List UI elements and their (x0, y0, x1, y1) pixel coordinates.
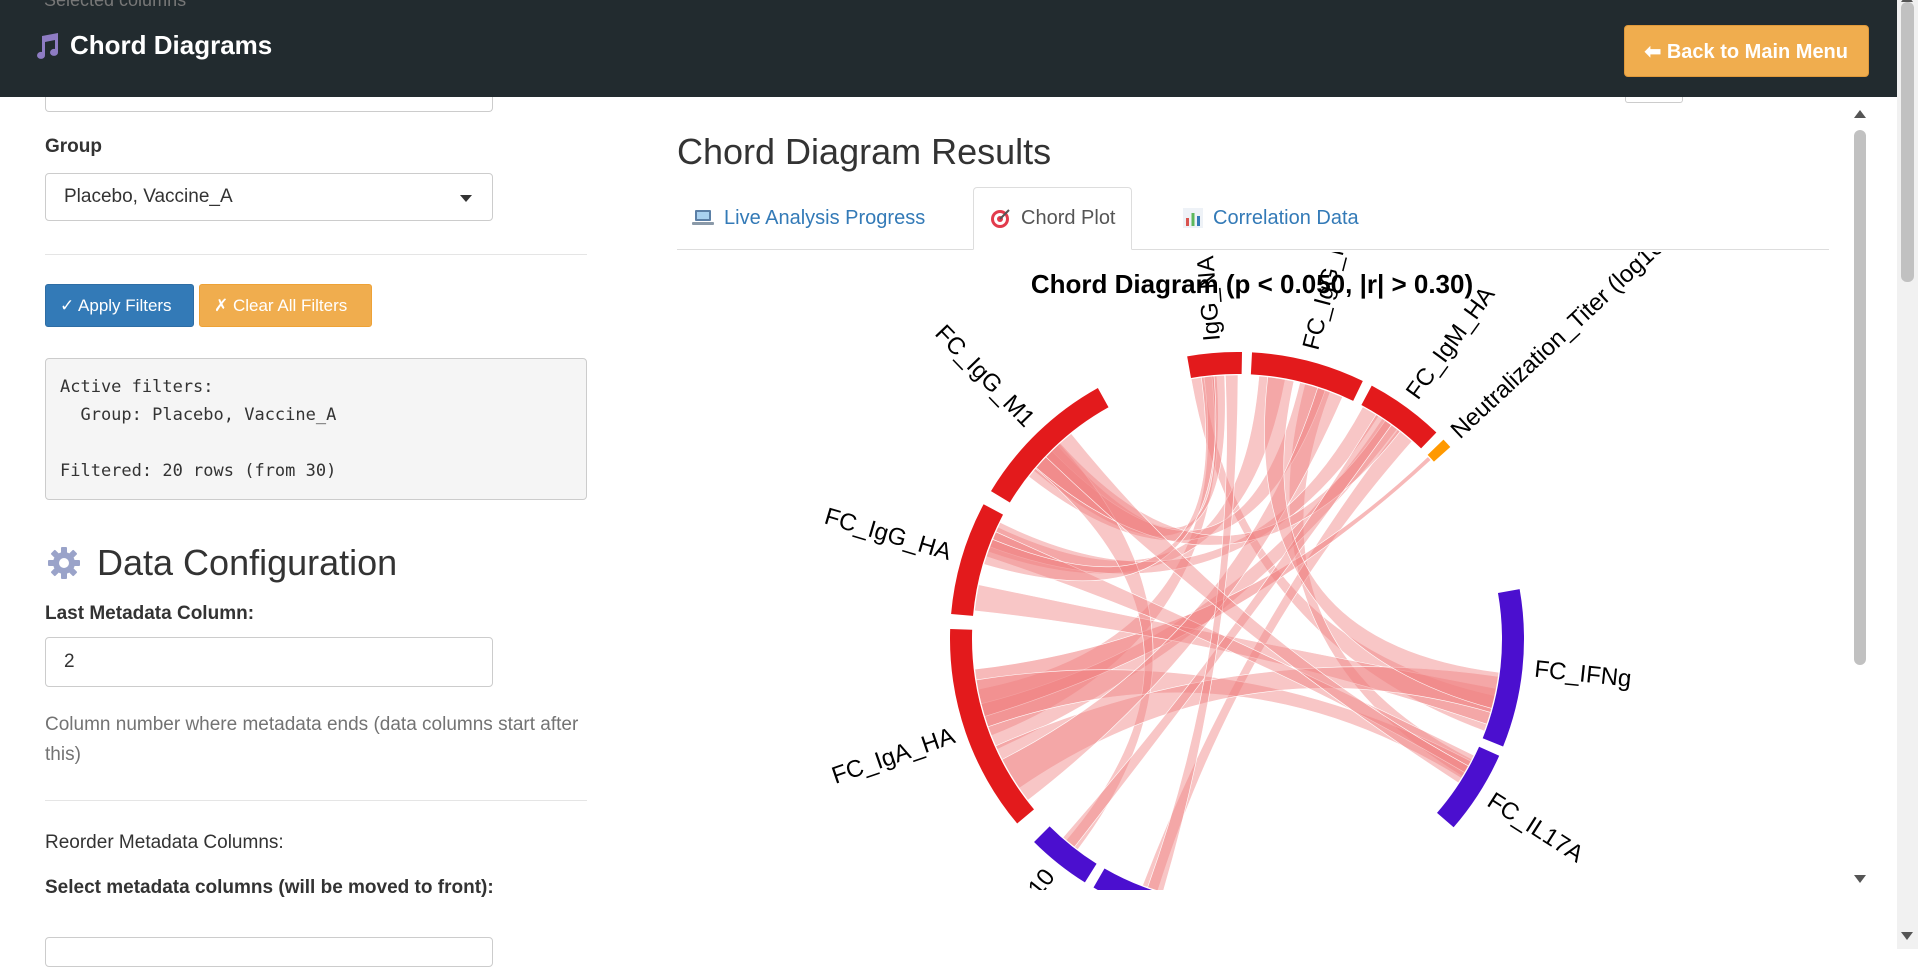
tab-label: Live Analysis Progress (724, 206, 926, 229)
page-scrollbar[interactable] (1897, 0, 1918, 949)
scroll-down-arrow-icon[interactable] (1901, 932, 1913, 940)
chord-plot-area: Chord Diagram (p < 0.050, |r| > 0.30) Ig… (677, 252, 1829, 890)
reorder-metadata-label: Reorder Metadata Columns: (45, 832, 284, 853)
group-select[interactable]: Placebo, Vaccine_A (45, 173, 493, 221)
group-select-value: Placebo, Vaccine_A (64, 186, 233, 207)
last-metadata-input[interactable]: 2 (45, 637, 493, 687)
sector-label: IgG_NA (1192, 255, 1226, 342)
last-metadata-help: Column number where metadata ends (data … (45, 714, 579, 765)
panel-scrollbar-thumb[interactable] (1854, 130, 1866, 665)
gear-icon (48, 547, 80, 579)
sector-label: FC_IL10 (982, 864, 1060, 890)
divider (45, 800, 587, 801)
music-note-icon (37, 32, 59, 59)
scroll-up-arrow-icon[interactable] (1854, 110, 1866, 118)
last-metadata-label: Last Metadata Column: (45, 603, 255, 624)
sector-arc (1187, 352, 1243, 379)
select-metadata-label: Select metadata columns (will be moved t… (45, 877, 494, 898)
page-title: Chord Diagrams (34, 30, 272, 61)
back-to-main-menu-button[interactable]: ⬅ Back to Main Menu (1623, 25, 1869, 77)
data-configuration-heading: Data Configuration (45, 542, 397, 584)
page-scrollbar-thumb[interactable] (1901, 2, 1914, 282)
tab-label: Correlation Data (1213, 206, 1359, 229)
tab-chord-plot[interactable]: Chord Plot (973, 187, 1132, 250)
clear-all-filters-button[interactable]: ✗ Clear All Filters (199, 284, 372, 327)
sector-label: FC_IgG_M1 (930, 320, 1040, 433)
sector-label: FC_IgG_N (1298, 252, 1353, 353)
tab-label: Chord Plot (1021, 207, 1116, 229)
target-icon (991, 208, 1010, 228)
chart-title: Chord Diagram (p < 0.050, |r| > 0.30) (1031, 269, 1473, 299)
bar-chart-icon (1183, 208, 1203, 228)
metadata-columns-select[interactable] (45, 937, 493, 967)
sector-label: FC_IL17A (1483, 787, 1589, 868)
sector-label: Neutralization_Titer (log10 (1446, 252, 1670, 444)
sector-label: FC_IFNg (1533, 656, 1633, 693)
divider (45, 254, 587, 255)
panel-scrollbar[interactable] (1850, 105, 1870, 885)
sector-arc (1482, 589, 1524, 747)
partial-label: Selected columns (44, 0, 187, 10)
apply-filters-button[interactable]: ✓ Apply Filters (45, 284, 194, 327)
scroll-down-arrow-icon[interactable] (1854, 875, 1866, 883)
page-title-text: Chord Diagrams (70, 30, 273, 60)
tab-correlation-data[interactable]: Correlation Data (1168, 187, 1374, 249)
chord-diagram: Chord Diagram (p < 0.050, |r| > 0.30) Ig… (821, 252, 1670, 890)
active-filters-output: Active filters: Group: Placebo, Vaccine_… (45, 358, 587, 500)
sector-arc (1427, 439, 1451, 462)
chevron-down-icon (460, 195, 472, 202)
data-configuration-title: Data Configuration (97, 542, 398, 583)
sector-label: FC_IgG_HA (821, 503, 954, 566)
sector-label: FC_IgA_HA (828, 722, 958, 789)
results-heading: Chord Diagram Results (677, 131, 1052, 172)
tab-live-analysis-progress[interactable]: Live Analysis Progress (677, 187, 940, 249)
group-label: Group (45, 136, 102, 157)
app-header: Selected columns Chord Diagrams ⬅ Back t… (0, 0, 1897, 97)
results-tabs: Live Analysis Progress Chord Plot Correl… (677, 187, 1829, 250)
laptop-icon (692, 210, 714, 225)
chord-links (974, 374, 1500, 890)
